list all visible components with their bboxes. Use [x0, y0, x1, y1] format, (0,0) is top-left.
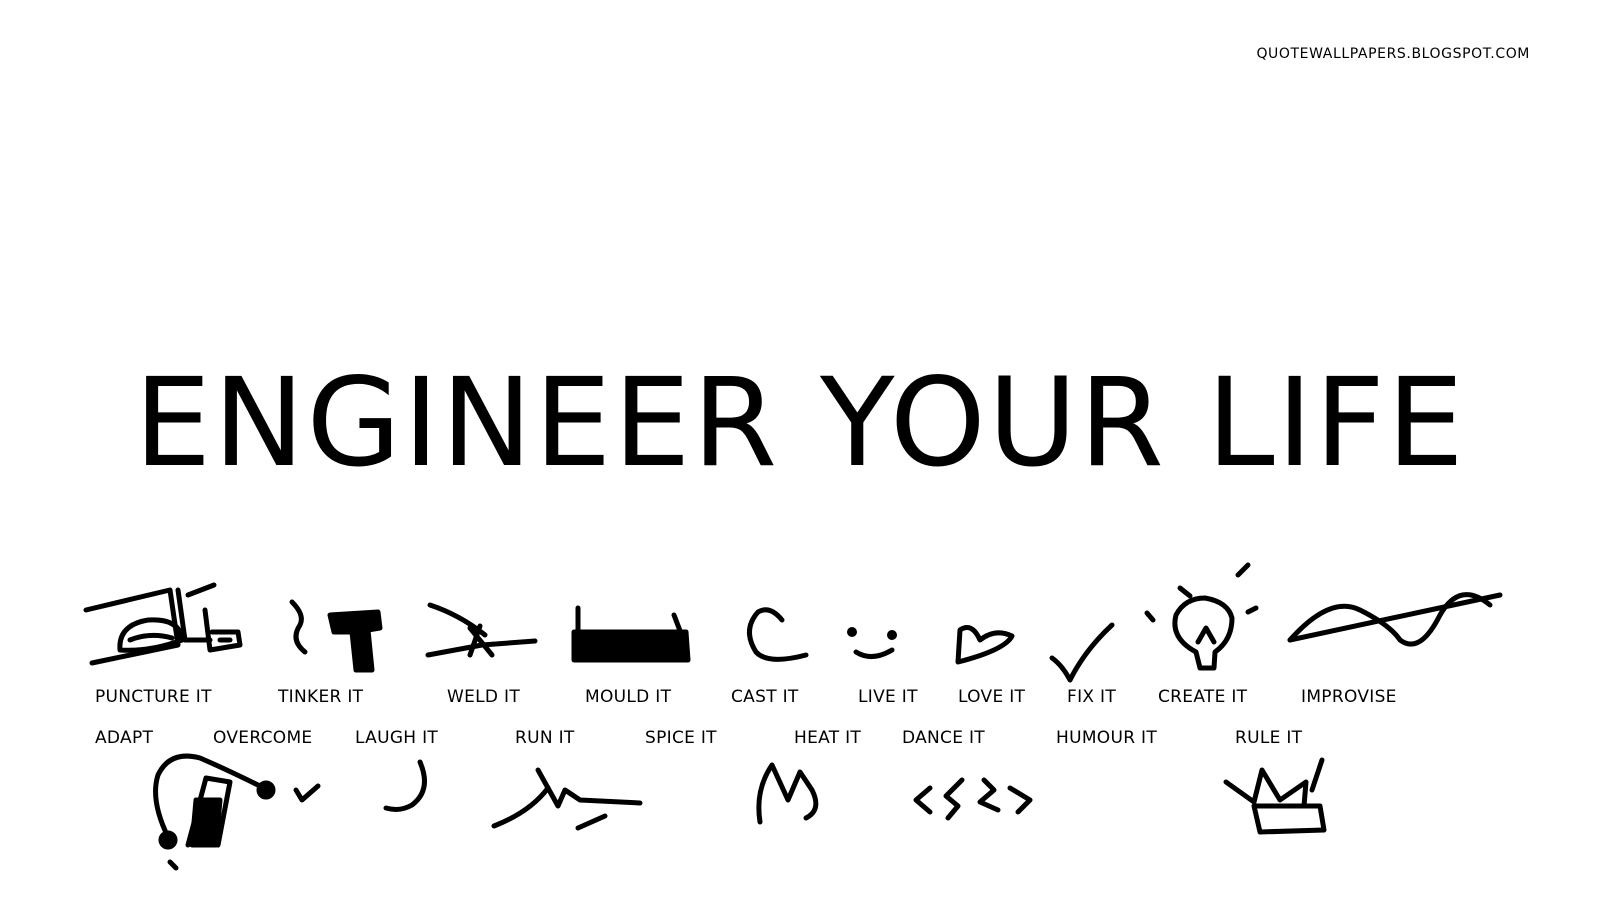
- label-humour-it: HUMOUR IT: [1056, 728, 1158, 748]
- dance-zigzag-icon: [913, 777, 1033, 821]
- headline: ENGINEER YOUR LIFE: [134, 352, 1466, 494]
- label-fix-it: FIX IT: [1067, 687, 1117, 707]
- label-adapt: ADAPT: [95, 728, 154, 748]
- running-figure-icon: [491, 767, 643, 831]
- label-weld-it: WELD IT: [447, 687, 521, 707]
- label-overcome: OVERCOME: [213, 728, 313, 748]
- bell-cone-icon: [153, 753, 321, 871]
- sine-wave-icon: [1287, 592, 1503, 647]
- hammer-icon: [289, 599, 383, 673]
- heart-icon: [955, 625, 1015, 665]
- label-puncture-it: PUNCTURE IT: [95, 687, 212, 707]
- crown-icon: [1223, 757, 1327, 835]
- cast-hook-icon: [747, 607, 809, 662]
- label-spice-it: SPICE IT: [645, 728, 717, 748]
- label-heat-it: HEAT IT: [794, 728, 862, 748]
- laugh-mouth-icon: [383, 759, 427, 812]
- label-create-it: CREATE IT: [1158, 687, 1248, 707]
- label-laugh-it: LAUGH IT: [355, 728, 439, 748]
- label-cast-it: CAST IT: [731, 687, 799, 707]
- label-dance-it: DANCE IT: [902, 728, 985, 748]
- welding-torch-icon: [425, 602, 538, 658]
- checkmark-icon: [1049, 622, 1115, 683]
- source-watermark: QUOTEWALLPAPERS.BLOGSPOT.COM: [1256, 46, 1530, 62]
- label-mould-it: MOULD IT: [585, 687, 672, 707]
- bicycle-pump-icon: [83, 582, 243, 666]
- label-live-it: LIVE IT: [858, 687, 918, 707]
- smile-icon: [847, 627, 897, 659]
- label-run-it: RUN IT: [515, 728, 575, 748]
- flame-icon: [756, 762, 819, 825]
- label-improvise: IMPROVISE: [1301, 687, 1397, 707]
- label-love-it: LOVE IT: [958, 687, 1026, 707]
- mould-tray-icon: [571, 605, 691, 663]
- label-rule-it: RULE IT: [1235, 728, 1303, 748]
- lightbulb-icon: [1144, 562, 1259, 671]
- label-tinker-it: TINKER IT: [278, 687, 364, 707]
